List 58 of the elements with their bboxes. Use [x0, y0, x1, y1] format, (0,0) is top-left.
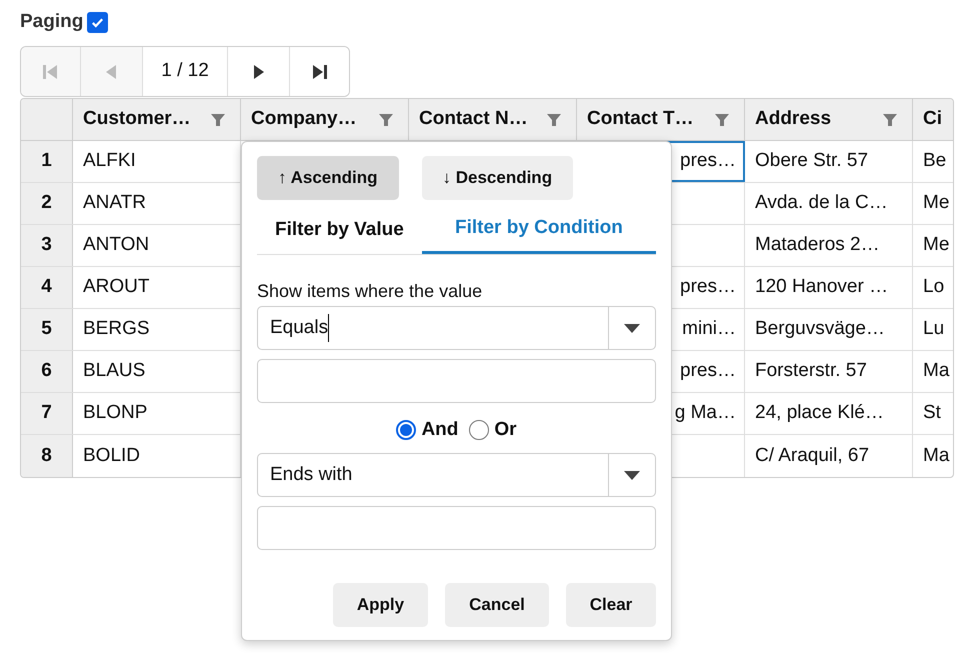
column-header[interactable]: Contact T… [577, 99, 745, 140]
column-header[interactable]: Customer… [73, 99, 241, 140]
table-cell-text: Lo [922, 275, 946, 300]
row-number: 4 [21, 267, 73, 308]
column-header[interactable]: Contact N… [409, 99, 577, 140]
filter-tab[interactable]: Filter by Value [257, 206, 422, 254]
table-cell: 24, place Klé… [745, 393, 913, 434]
table-cell: Mataderos 2… [745, 225, 913, 266]
filter-icon[interactable] [882, 112, 898, 128]
table-cell-text: Be [922, 149, 948, 174]
row-number: 6 [21, 351, 73, 392]
last-page-icon [312, 64, 328, 80]
apply-button[interactable]: Apply [333, 583, 428, 627]
filter-icon[interactable] [378, 112, 394, 128]
table-cell: Forsterstr. 57 [745, 351, 913, 392]
table-cell: 120 Hanover … [745, 267, 913, 308]
table-cell-text: Me [922, 191, 950, 216]
row-number: 1 [21, 141, 73, 182]
caret-icon [624, 324, 640, 332]
column-header[interactable]: Company… [241, 99, 409, 140]
table-cell-text: Ma [922, 359, 950, 384]
paging-checkbox[interactable] [87, 12, 108, 32]
first-page-icon [42, 64, 58, 80]
row-number: 5 [21, 309, 73, 350]
row-number: 2 [21, 183, 73, 224]
sort-ascending-button[interactable]: ↑ Ascending [257, 156, 398, 200]
operator-radio[interactable]: And [396, 416, 458, 444]
table-cell: C/ Araquil, 67 [745, 435, 913, 477]
filter-icon[interactable] [714, 112, 730, 128]
row-number: 8 [21, 435, 73, 477]
clear-button[interactable]: Clear [566, 583, 656, 627]
condition-value-input[interactable] [257, 506, 656, 550]
column-header[interactable]: Address [745, 99, 913, 140]
table-cell: Avda. de la C… [745, 183, 913, 224]
cancel-button[interactable]: Cancel [445, 583, 549, 627]
previous-page-icon [105, 64, 118, 80]
row-number: 7 [21, 393, 73, 434]
condition-dropdown[interactable]: Equals [257, 306, 656, 350]
row-number: 3 [21, 225, 73, 266]
filter-tab[interactable]: Filter by Condition [422, 206, 656, 254]
condition-value-input[interactable] [257, 359, 656, 403]
table-cell: Obere Str. 57 [745, 141, 913, 182]
sort-descending-button[interactable]: ↓ Descending [422, 156, 574, 200]
column-header[interactable]: Ci [913, 99, 953, 140]
filter-icon[interactable] [210, 112, 226, 128]
table-cell-text: Ma [922, 444, 950, 468]
table-cell-text: St [922, 401, 942, 426]
filter-icon[interactable] [546, 112, 562, 128]
table-cell-text: Lu [922, 317, 946, 342]
table-cell: Berguvsväge… [745, 309, 913, 350]
last-page-button[interactable] [289, 47, 349, 96]
paging-label: Paging [20, 10, 84, 34]
next-page-icon [252, 64, 265, 80]
condition-prompt: Show items where the value [257, 280, 484, 302]
operator-radio[interactable]: Or [469, 416, 517, 444]
table-cell-text: Me [922, 233, 950, 258]
caret-icon [624, 470, 640, 480]
condition-dropdown[interactable]: Ends with [257, 453, 656, 497]
